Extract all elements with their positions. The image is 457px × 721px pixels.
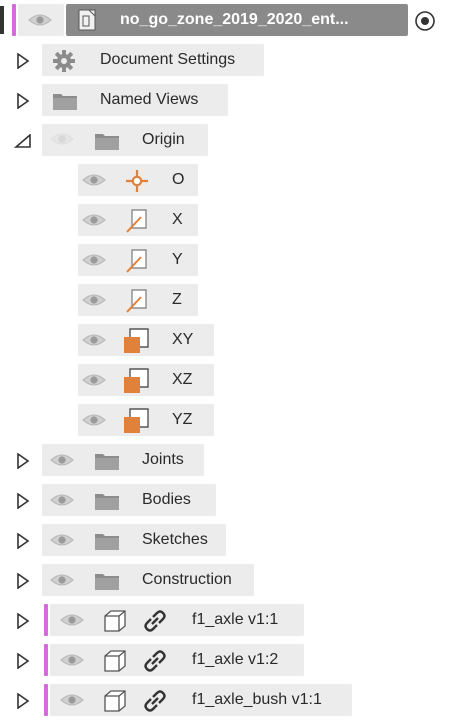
expand-arrow-icon[interactable] (16, 453, 30, 469)
origin-point-icon (124, 168, 150, 194)
document-icon (76, 8, 100, 32)
root-label: no_go_zone_2019_2020_ent... (120, 11, 349, 28)
expand-arrow-icon[interactable] (16, 53, 30, 69)
tree-row-plane-xy[interactable]: XY (0, 322, 457, 358)
row-label: Construction (142, 571, 232, 588)
component-color-bar (44, 684, 48, 716)
row-label: Document Settings (100, 51, 236, 68)
expand-arrow-icon[interactable] (16, 93, 30, 109)
tree-row-axis-x[interactable]: X (0, 202, 457, 238)
tree-row-component-occurrence[interactable]: f1_axle_bush v1:1 (0, 682, 457, 718)
eye-icon[interactable] (50, 533, 74, 547)
eye-icon[interactable] (82, 293, 106, 307)
tree-row-component-occurrence[interactable]: f1_axle v1:2 (0, 642, 457, 678)
folder-icon (94, 451, 120, 471)
tree-row-named-views[interactable]: Named Views (0, 82, 457, 118)
component-icon (102, 688, 128, 714)
expand-arrow-icon[interactable] (16, 613, 30, 629)
eye-hidden-icon[interactable] (50, 132, 74, 146)
eye-icon[interactable] (60, 613, 84, 627)
root-label-chip[interactable]: no_go_zone_2019_2020_ent... (66, 4, 408, 36)
eye-icon[interactable] (82, 413, 106, 427)
plane-icon (122, 327, 150, 355)
tree-row-joints[interactable]: Joints (0, 442, 457, 478)
eye-icon[interactable] (82, 253, 106, 267)
component-color-bar (12, 4, 16, 36)
row-label: f1_axle v1:1 (192, 611, 279, 628)
row-label: XY (172, 331, 194, 348)
row-label: O (172, 171, 185, 188)
collapse-arrow-icon[interactable] (14, 134, 32, 148)
eye-icon[interactable] (50, 453, 74, 467)
tree-row-origin-point[interactable]: O (0, 162, 457, 198)
row-label: Bodies (142, 491, 191, 508)
row-label: f1_axle_bush v1:1 (192, 691, 322, 708)
expand-arrow-icon[interactable] (16, 493, 30, 509)
row-label: Origin (142, 131, 185, 148)
eye-icon[interactable] (82, 173, 106, 187)
row-label: XZ (172, 371, 193, 388)
root-marker (0, 6, 4, 34)
axis-icon (124, 248, 148, 274)
eye-icon[interactable] (82, 333, 106, 347)
tree-row-origin[interactable]: Origin (0, 122, 457, 158)
folder-icon (94, 491, 120, 511)
tree-row-document-settings[interactable]: Document Settings (0, 42, 457, 78)
tree-row-component-occurrence[interactable]: f1_axle v1:1 (0, 602, 457, 638)
link-icon (142, 688, 168, 714)
component-color-bar (44, 604, 48, 636)
folder-icon (94, 131, 120, 151)
eye-icon[interactable] (50, 573, 74, 587)
row-label: Y (172, 251, 183, 268)
tree-row-bodies[interactable]: Bodies (0, 482, 457, 518)
expand-arrow-icon[interactable] (16, 653, 30, 669)
tree-row-plane-xz[interactable]: XZ (0, 362, 457, 398)
link-icon (142, 648, 168, 674)
tree-row-sketches[interactable]: Sketches (0, 522, 457, 558)
eye-icon[interactable] (28, 13, 52, 27)
component-icon (102, 608, 128, 634)
row-label: YZ (172, 411, 193, 428)
row-label: f1_axle v1:2 (192, 651, 279, 668)
tree-row-construction[interactable]: Construction (0, 562, 457, 598)
activate-radio-icon[interactable] (414, 10, 436, 32)
component-color-bar (44, 644, 48, 676)
eye-icon[interactable] (50, 493, 74, 507)
tree-row-plane-yz[interactable]: YZ (0, 402, 457, 438)
gear-icon (52, 49, 76, 73)
expand-arrow-icon[interactable] (16, 693, 30, 709)
folder-icon (94, 531, 120, 551)
plane-icon (122, 407, 150, 435)
folder-icon (52, 91, 78, 111)
row-label: Z (172, 291, 182, 308)
eye-icon[interactable] (60, 653, 84, 667)
tree-root-row[interactable]: no_go_zone_2019_2020_ent... (0, 2, 457, 38)
row-label: Named Views (100, 91, 199, 108)
row-label: Sketches (142, 531, 208, 548)
expand-arrow-icon[interactable] (16, 533, 30, 549)
component-icon (102, 648, 128, 674)
row-label: Joints (142, 451, 184, 468)
eye-icon[interactable] (60, 693, 84, 707)
link-icon (142, 608, 168, 634)
axis-icon (124, 208, 148, 234)
folder-icon (94, 571, 120, 591)
row-label: X (172, 211, 183, 228)
plane-icon (122, 367, 150, 395)
axis-icon (124, 288, 148, 314)
eye-icon[interactable] (82, 213, 106, 227)
tree-row-axis-y[interactable]: Y (0, 242, 457, 278)
eye-icon[interactable] (82, 373, 106, 387)
tree-row-axis-z[interactable]: Z (0, 282, 457, 318)
expand-arrow-icon[interactable] (16, 573, 30, 589)
